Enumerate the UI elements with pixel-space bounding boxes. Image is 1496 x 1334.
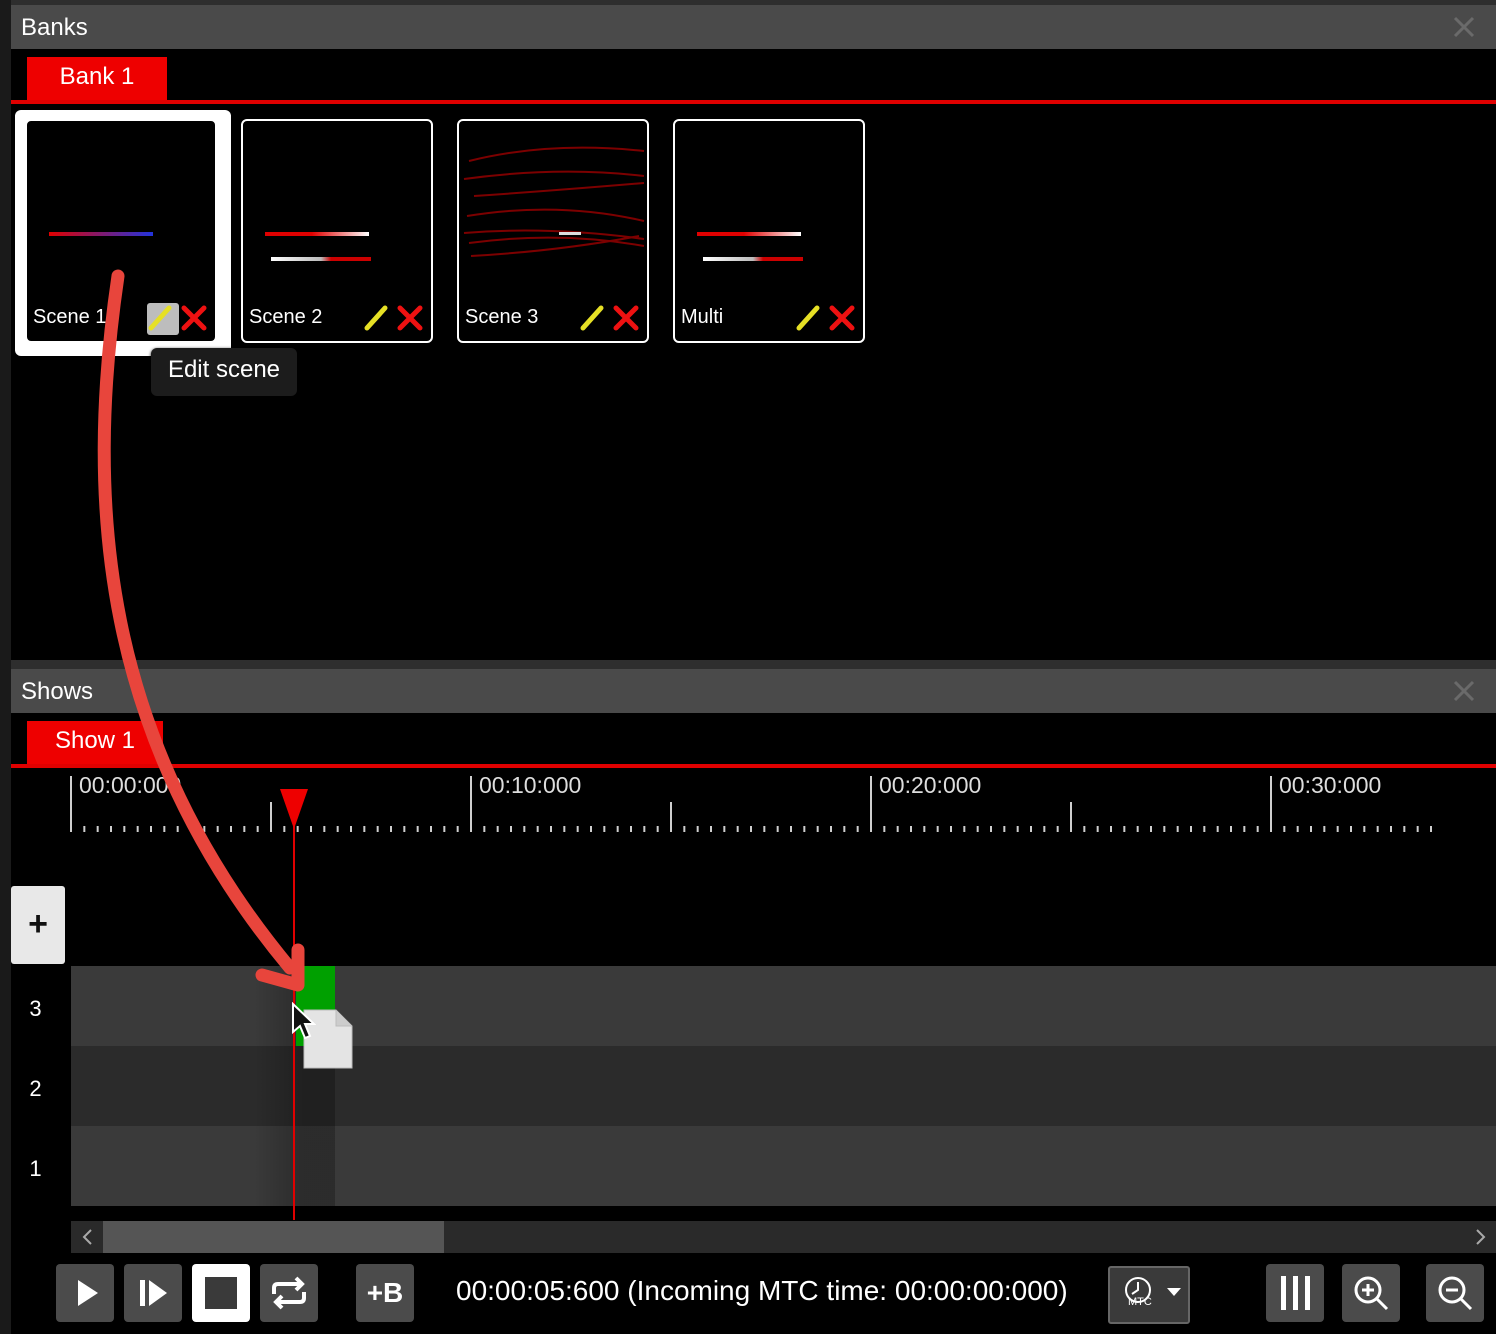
pencil-icon[interactable]	[793, 303, 823, 333]
columns-icon	[1281, 1276, 1310, 1310]
scene-name: Multi	[681, 306, 724, 328]
scene-card-multi[interactable]: Multi	[673, 119, 865, 343]
track-number: 1	[29, 1156, 42, 1181]
zoom-in-button[interactable]	[1342, 1264, 1400, 1322]
scroll-left-icon[interactable]	[78, 1227, 98, 1247]
x-icon[interactable]	[395, 303, 425, 333]
x-icon[interactable]	[611, 303, 641, 333]
left-edge	[0, 0, 11, 1334]
time-readout: 00:00:05:600 (Incoming MTC time: 00:00:0…	[456, 1275, 1068, 1306]
columns-button[interactable]	[1266, 1264, 1324, 1322]
step-play-button[interactable]	[124, 1264, 182, 1322]
timeline-ruler[interactable]	[0, 770, 1496, 840]
scene-card-3[interactable]: Scene 3	[457, 119, 649, 343]
bank-tab-underline	[11, 100, 1496, 104]
close-icon[interactable]	[1452, 679, 1476, 703]
mouse-cursor-icon	[292, 1002, 316, 1040]
pencil-icon[interactable]	[361, 303, 391, 333]
play-button[interactable]	[56, 1264, 114, 1322]
add-bank-button[interactable]: +B	[356, 1264, 414, 1322]
play-icon	[78, 1280, 98, 1306]
step-play-icon	[140, 1280, 167, 1306]
banks-panel-title: Banks	[21, 14, 88, 41]
add-track-button[interactable]: +	[11, 886, 65, 964]
pencil-icon[interactable]	[145, 303, 175, 333]
scene-card-1[interactable]: Scene 1	[25, 119, 217, 343]
x-icon[interactable]	[827, 303, 857, 333]
x-icon[interactable]	[179, 303, 209, 333]
pencil-icon[interactable]	[577, 303, 607, 333]
banks-panel-header: Banks	[11, 5, 1496, 49]
tick-label: 00:30:000	[1279, 772, 1382, 798]
scene-name: Scene 2	[249, 306, 323, 328]
shows-panel-title: Shows	[21, 678, 94, 705]
loop-button[interactable]	[260, 1264, 318, 1322]
mtc-clock-icon	[1125, 1277, 1151, 1303]
zoom-out-button[interactable]	[1426, 1264, 1484, 1322]
scene-name: Scene 1	[33, 306, 107, 328]
show-tab-underline	[11, 764, 1496, 768]
edit-scene-tooltip: Edit scene	[151, 348, 297, 396]
tab-bank-1[interactable]: Bank 1	[27, 57, 167, 101]
shows-panel-header: Shows	[11, 669, 1496, 713]
scene-name: Scene 3	[465, 306, 539, 328]
tick-label: 00:20:000	[879, 772, 982, 798]
tick-label: 00:00:000	[79, 772, 182, 798]
zoom-out-icon	[1438, 1276, 1473, 1311]
stop-button[interactable]	[192, 1264, 250, 1322]
mtc-label: MTC	[1128, 1296, 1152, 1308]
stop-icon	[205, 1277, 237, 1309]
close-icon[interactable]	[1452, 15, 1476, 39]
track-number: 2	[29, 1076, 42, 1101]
scene-card-2[interactable]: Scene 2	[241, 119, 433, 343]
scroll-right-icon[interactable]	[1470, 1227, 1490, 1247]
loop-icon	[272, 1276, 306, 1310]
playhead-marker-icon[interactable]	[279, 787, 309, 831]
zoom-in-icon	[1354, 1276, 1389, 1311]
tick-label: 00:10:000	[479, 772, 582, 798]
chevron-down-icon	[1167, 1288, 1181, 1296]
scrollbar-thumb[interactable]	[103, 1221, 444, 1253]
mtc-sync-dropdown[interactable]: MTC	[1108, 1266, 1190, 1324]
track-number: 3	[29, 996, 42, 1021]
tab-show-1[interactable]: Show 1	[27, 721, 163, 765]
